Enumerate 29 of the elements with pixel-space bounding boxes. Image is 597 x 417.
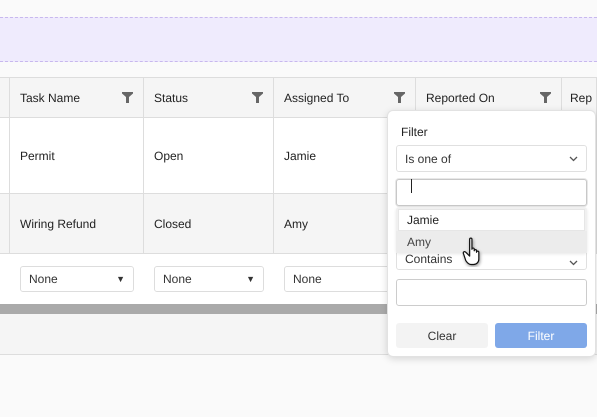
- operator-dropdown[interactable]: Is one of: [396, 145, 587, 172]
- column-title: Rep: [570, 90, 592, 104]
- clear-button[interactable]: Clear: [396, 323, 488, 348]
- column-title: Status: [154, 90, 188, 104]
- caret-icon: ▼: [246, 274, 255, 284]
- table-cell: Permit: [10, 118, 144, 194]
- filter-icon[interactable]: [394, 92, 405, 103]
- filter-icon[interactable]: [252, 92, 263, 103]
- value-field[interactable]: [396, 279, 587, 306]
- column-header[interactable]: Status: [144, 78, 274, 118]
- filter-icon[interactable]: [122, 92, 133, 103]
- column-title: Reported On: [426, 90, 495, 104]
- filter-dropdown[interactable]: None ▼: [154, 266, 264, 292]
- column-header[interactable]: Assigned To: [274, 78, 416, 118]
- text-cursor: [411, 179, 412, 193]
- option-item[interactable]: Jamie: [398, 209, 585, 231]
- filter-dropdown[interactable]: None ▼: [20, 266, 134, 292]
- chevron-icon: [569, 260, 578, 266]
- column-header[interactable]: Task Name: [10, 78, 144, 118]
- filter-icon[interactable]: [540, 92, 551, 103]
- table-cell: Wiring Refund: [10, 194, 144, 254]
- caret-icon: ▼: [116, 274, 125, 284]
- chevron-icon: [569, 156, 578, 162]
- column-title: Task Name: [20, 90, 80, 104]
- table-cell: Open: [144, 118, 274, 194]
- option-item[interactable]: Amy: [396, 231, 587, 253]
- table-cell: Closed: [144, 194, 274, 254]
- column-title: Assigned To: [284, 90, 350, 104]
- search-field[interactable]: [396, 179, 587, 206]
